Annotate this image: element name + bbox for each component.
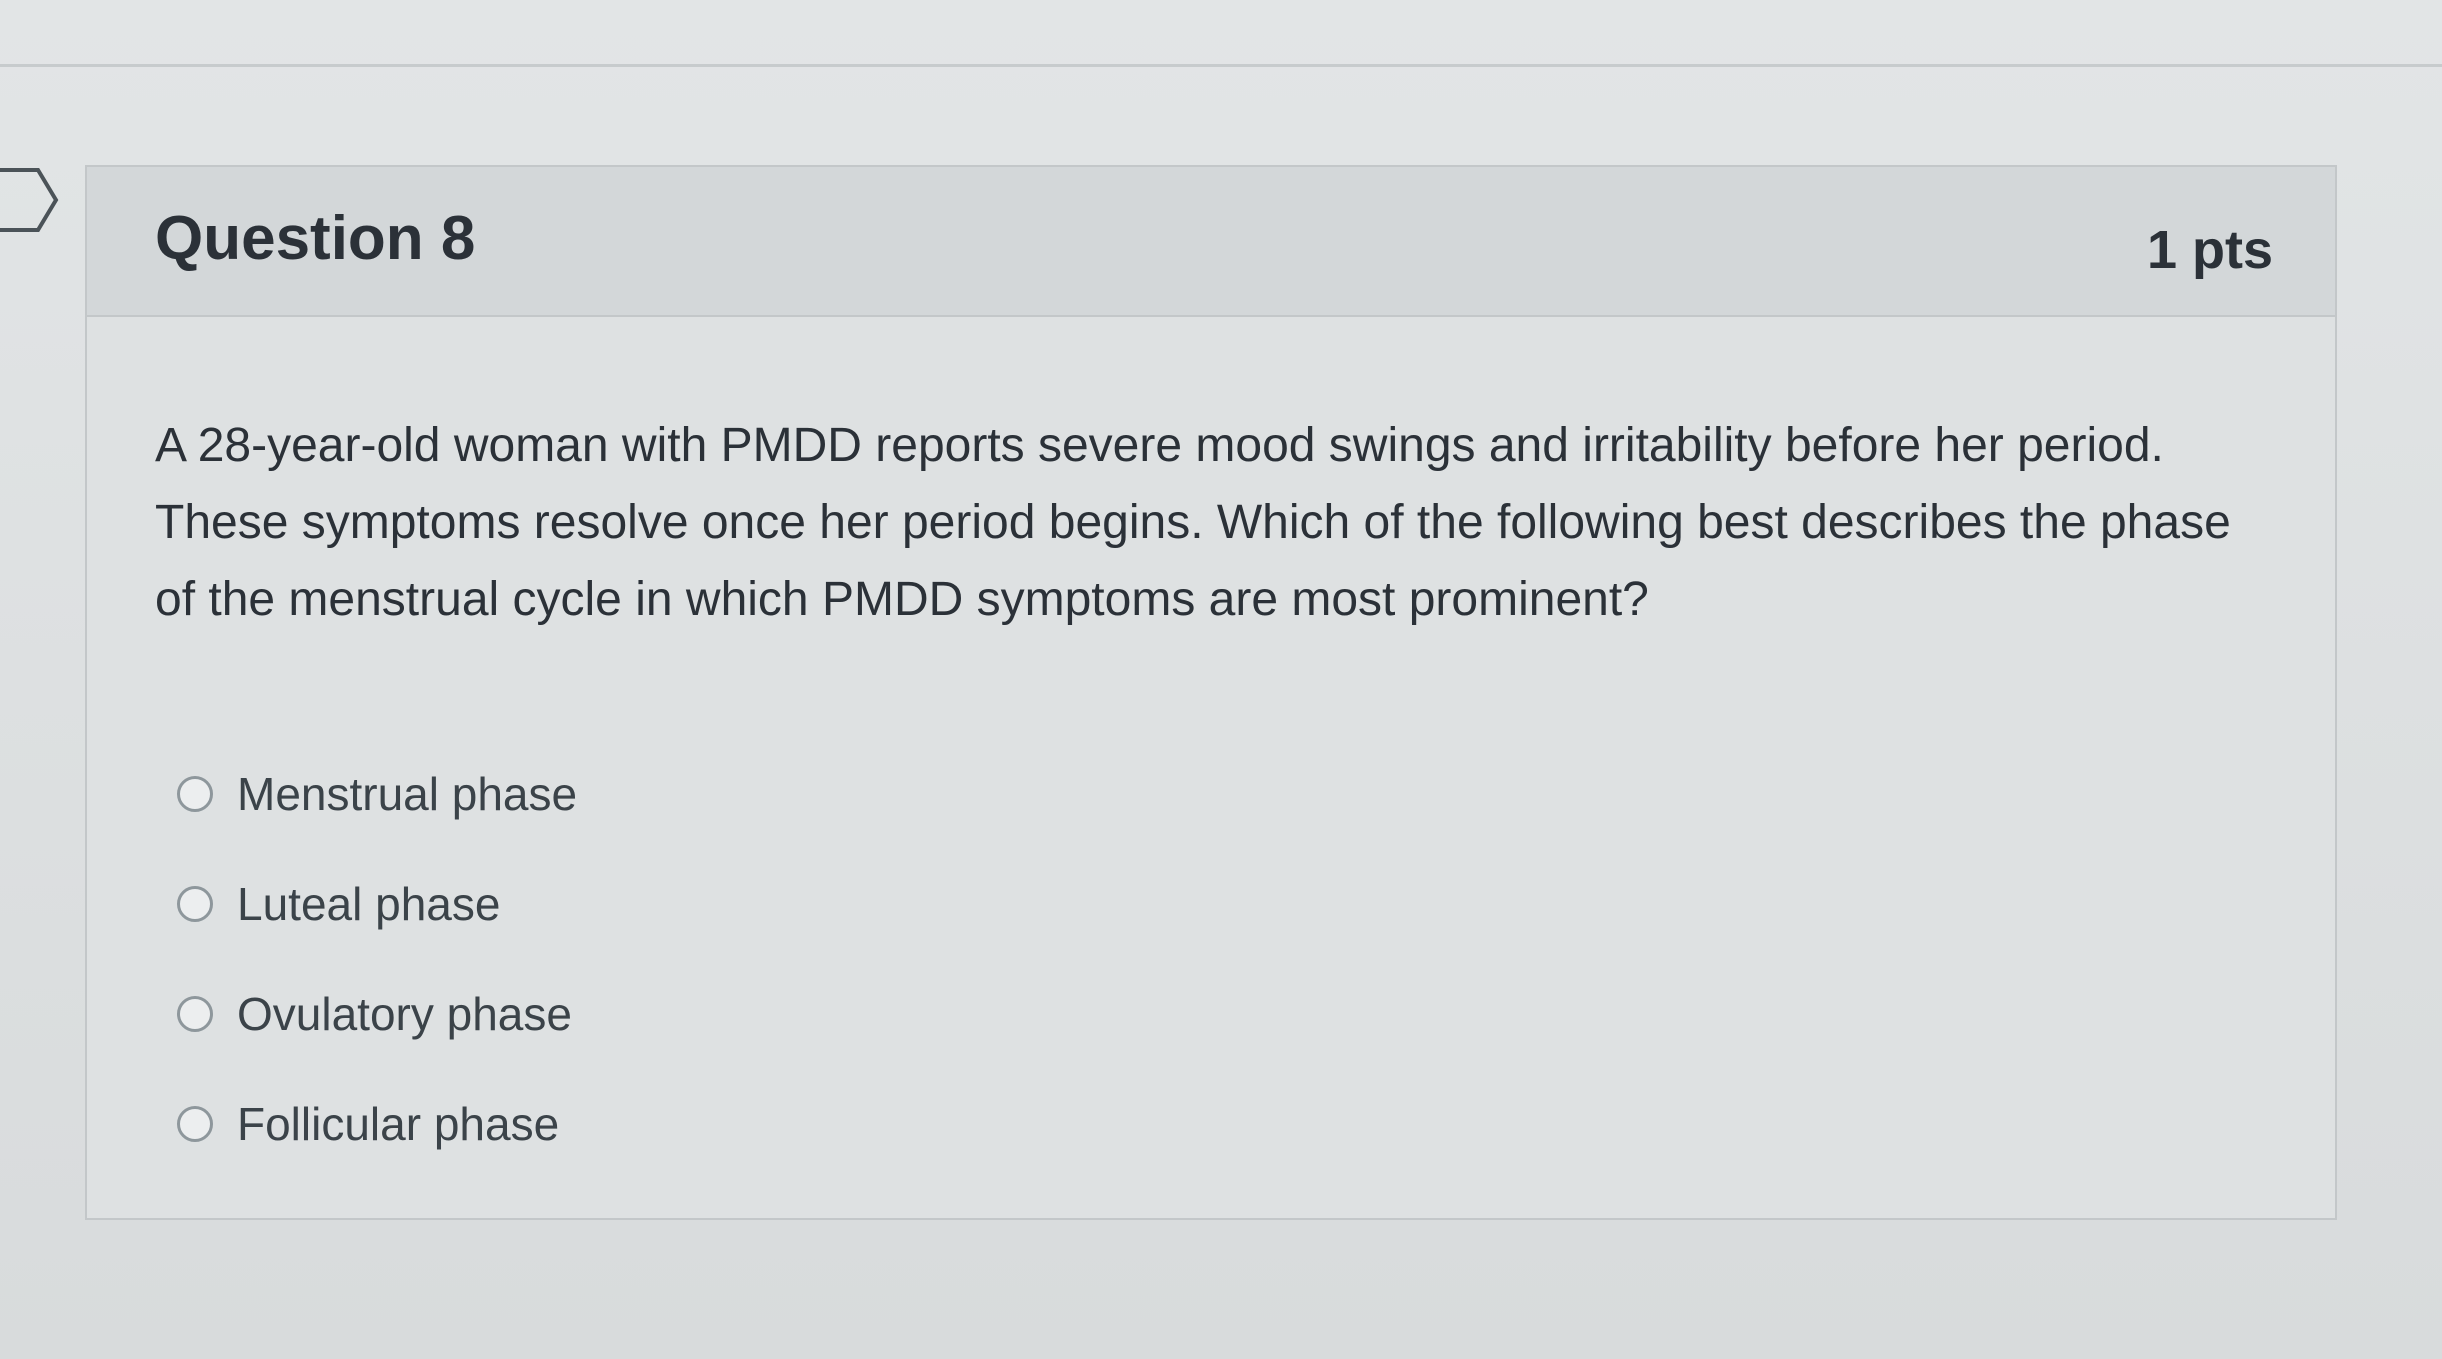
answer-label: Ovulatory phase bbox=[237, 988, 572, 1040]
question-points: 1 pts bbox=[2146, 220, 2273, 280]
answer-option-follicular[interactable]: Follicular phase bbox=[177, 1069, 577, 1179]
answer-option-ovulatory[interactable]: Ovulatory phase bbox=[177, 959, 577, 1069]
bookmark-flag-icon[interactable] bbox=[0, 164, 60, 236]
quiz-screen: Question 8 1 pts A 28-year-old woman wit… bbox=[0, 0, 2442, 1359]
question-card: Question 8 1 pts A 28-year-old woman wit… bbox=[85, 165, 2337, 1220]
radio-button-icon[interactable] bbox=[177, 1106, 213, 1142]
radio-button-icon[interactable] bbox=[177, 776, 213, 812]
radio-button-icon[interactable] bbox=[177, 996, 213, 1032]
answer-option-luteal[interactable]: Luteal phase bbox=[177, 849, 577, 959]
question-text: A 28-year-old woman with PMDD reports se… bbox=[155, 419, 2231, 626]
radio-button-icon[interactable] bbox=[177, 886, 213, 922]
answer-label: Follicular phase bbox=[237, 1098, 560, 1150]
top-divider bbox=[0, 64, 2442, 67]
question-header: Question 8 1 pts bbox=[87, 167, 2335, 317]
question-title: Question 8 bbox=[155, 204, 476, 273]
answer-label: Luteal phase bbox=[237, 878, 501, 930]
answer-label: Menstrual phase bbox=[237, 768, 578, 820]
answer-option-menstrual[interactable]: Menstrual phase bbox=[177, 739, 577, 849]
answer-list: Menstrual phase Luteal phase Ovulatory p… bbox=[177, 739, 577, 1179]
